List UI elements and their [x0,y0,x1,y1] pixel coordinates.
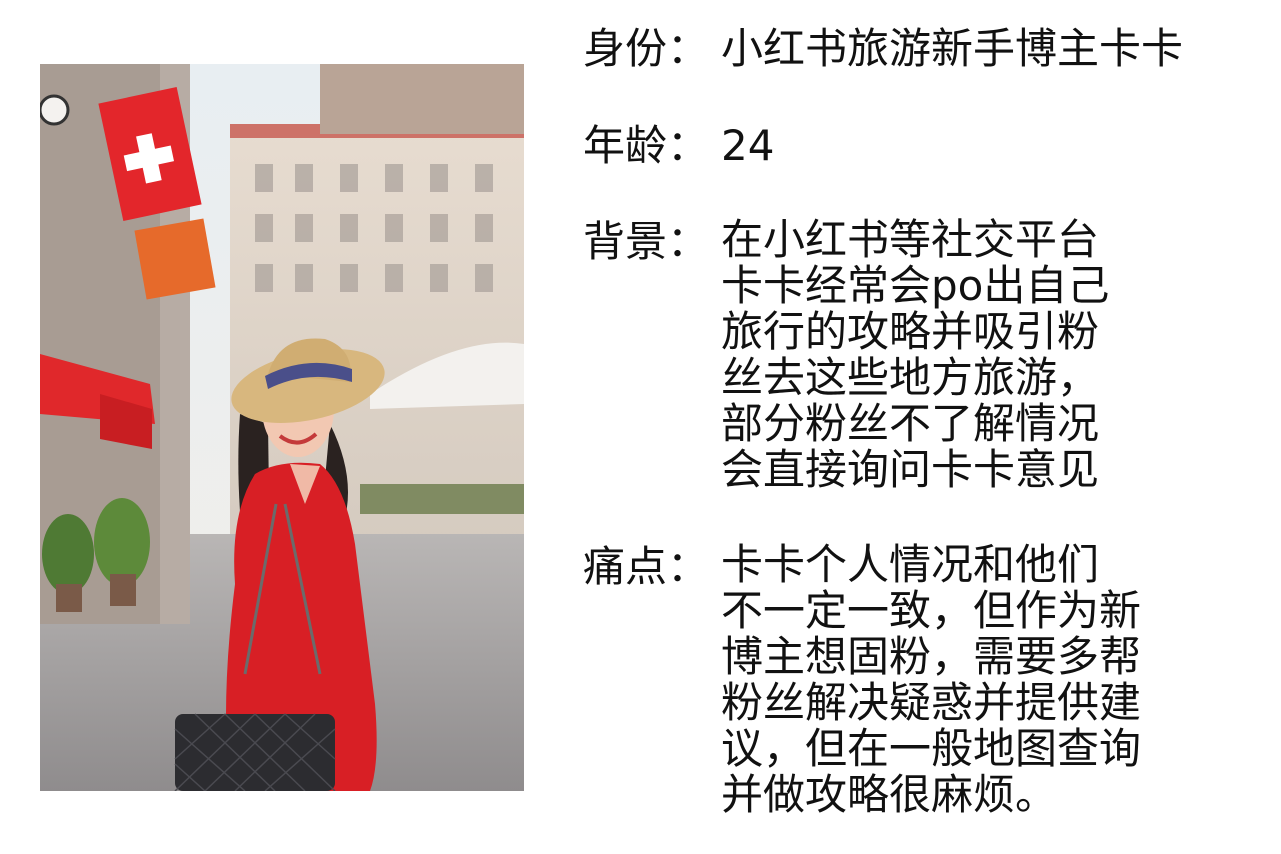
background-line: 旅行的攻略并吸引粉 [721,307,1100,356]
background-text: 在小红书等社交平台 卡卡经常会po出自己 旅行的攻略并吸引粉 丝去这些地方旅游，… [721,217,1109,493]
pain-points-text: 卡卡个人情况和他们 不一定一致，但作为新 博主想固粉，需要多帮 粉丝解决疑惑并提… [721,542,1141,818]
pain-points-line: 卡卡个人情况和他们 [721,540,1100,589]
pain-points-line: 议，但在一般地图查询 [721,724,1142,773]
pain-points-line: 粉丝解决疑惑并提供建 [721,678,1142,727]
pain-points-line: 并做攻略很麻烦。 [721,770,1058,819]
background-line: 丝去这些地方旅游， [721,353,1100,402]
age-row: 年龄： 24 [583,121,774,171]
background-row: 背景： 在小红书等社交平台 卡卡经常会po出自己 旅行的攻略并吸引粉 丝去这些地… [583,217,1109,493]
background-line: 部分粉丝不了解情况 [721,399,1100,448]
pain-points-line: 博主想固粉，需要多帮 [721,632,1142,681]
age-label: 年龄： [583,121,710,170]
background-line: 在小红书等社交平台 [721,215,1100,264]
identity-row: 身份： 小红书旅游新手博主卡卡 [583,24,1183,74]
background-line: 卡卡经常会po出自己 [721,261,1110,310]
background-label: 背景： [583,217,710,266]
identity-value: 小红书旅游新手博主卡卡 [721,24,1184,73]
pain-points-row: 痛点： 卡卡个人情况和他们 不一定一致，但作为新 博主想固粉，需要多帮 粉丝解决… [583,542,1141,818]
background-line: 会直接询问卡卡意见 [721,445,1100,494]
pain-points-label: 痛点： [583,542,710,591]
age-value: 24 [721,121,775,170]
persona-photo-illustration [40,64,524,791]
persona-photo [40,64,524,791]
pain-points-line: 不一定一致，但作为新 [721,586,1142,635]
identity-label: 身份： [583,24,710,73]
